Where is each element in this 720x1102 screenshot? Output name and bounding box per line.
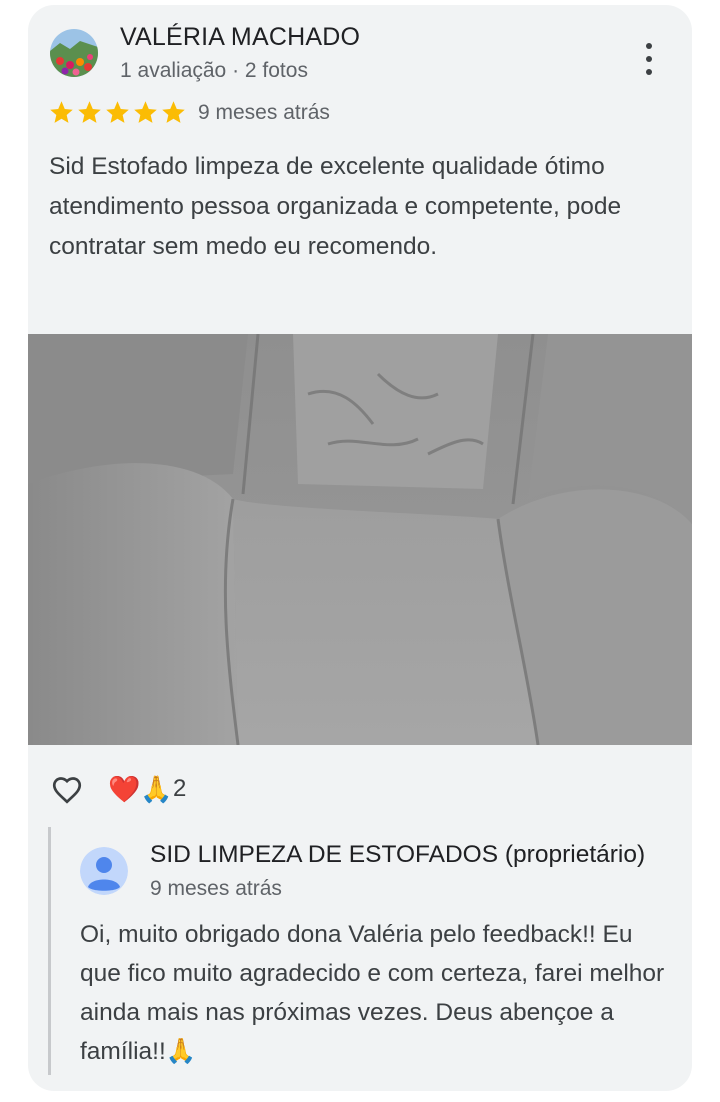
review-card: VALÉRIA MACHADO 1 avaliação · 2 fotos 9 … (28, 5, 692, 1091)
star-rating (48, 99, 187, 126)
reply-divider (48, 827, 51, 1075)
reviewer-meta: 1 avaliação · 2 fotos (120, 59, 308, 82)
reaction-emojis[interactable]: ❤️🙏 (108, 773, 173, 805)
reviewer-name[interactable]: VALÉRIA MACHADO (120, 23, 360, 52)
more-vert-icon[interactable] (638, 41, 662, 77)
star-icon (50, 101, 73, 123)
heart-outline-icon[interactable] (48, 771, 86, 807)
reaction-count: 2 (173, 775, 187, 802)
star-icon (78, 101, 101, 123)
person-avatar-icon (80, 847, 128, 895)
review-time: 9 meses atrás (198, 101, 330, 124)
review-photo[interactable] (28, 334, 692, 745)
review-text: Sid Estofado limpeza de excelente qualid… (49, 153, 622, 260)
star-icon (106, 101, 129, 123)
owner-reply-text: Oi, muito obrigado dona Valéria pelo fee… (80, 921, 665, 1065)
owner-name: SID LIMPEZA DE ESTOFADOS (proprietário) (150, 841, 646, 868)
owner-reply-time: 9 meses atrás (150, 877, 282, 900)
star-icon (162, 101, 185, 123)
star-icon (134, 101, 157, 123)
reviewer-avatar[interactable] (50, 29, 98, 77)
